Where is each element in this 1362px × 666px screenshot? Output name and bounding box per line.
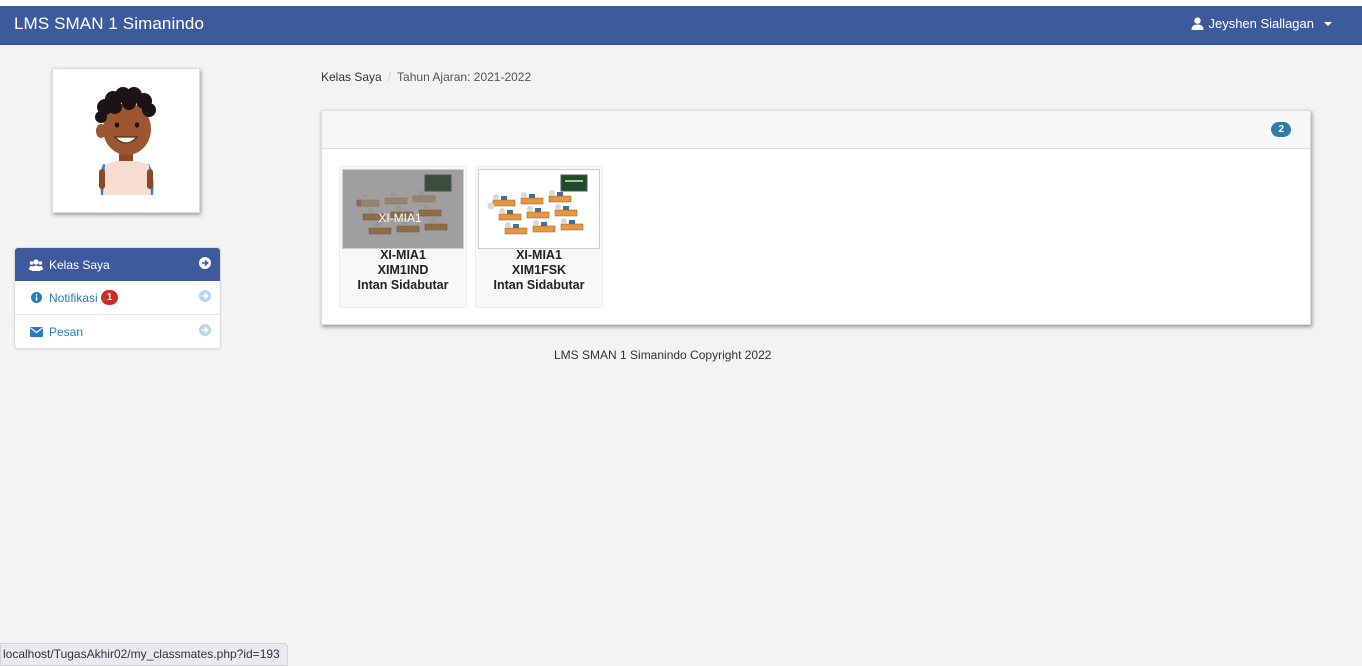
class-overlay-label: XI-MIA1	[378, 211, 422, 225]
user-menu[interactable]: Jeyshen Siallagan	[1191, 16, 1332, 31]
navbar: LMS SMAN 1 Simanindo Jeyshen Siallagan	[0, 6, 1362, 45]
brand-title[interactable]: LMS SMAN 1 Simanindo	[14, 14, 204, 34]
class-code: XIM1FSK	[511, 263, 567, 277]
class-info: XI-MIA1 XIM1FSK Intan Sidabutar	[476, 248, 602, 293]
breadcrumb: Kelas Saya / Tahun Ajaran: 2021-2022	[321, 70, 531, 84]
user-icon	[1191, 17, 1204, 30]
class-name: XI-MIA1	[380, 248, 426, 262]
footer-copyright: LMS SMAN 1 Simanindo Copyright 2022	[554, 348, 772, 362]
sidebar-item-kelas-saya[interactable]: Kelas Saya	[15, 248, 220, 281]
profile-avatar	[52, 68, 200, 213]
caret-down-icon	[1324, 21, 1332, 26]
sidebar-item-pesan[interactable]: Pesan	[15, 315, 220, 348]
side-menu: Kelas Saya Notifikasi 1 Pesan	[14, 247, 221, 349]
notification-badge: 1	[100, 290, 119, 305]
classroom-image	[342, 169, 464, 249]
sidebar-item-label: Notifikasi	[49, 290, 98, 305]
sidebar-item-label: Kelas Saya	[49, 257, 110, 272]
panel-heading: 2	[322, 111, 1310, 149]
class-teacher: Intan Sidabutar	[493, 278, 585, 292]
users-icon	[29, 258, 43, 272]
sidebar-item-label: Pesan	[49, 324, 84, 339]
envelope-icon	[29, 325, 43, 339]
class-info: XI-MIA1 XIM1IND Intan Sidabutar	[340, 248, 466, 293]
class-teacher: Intan Sidabutar	[357, 278, 449, 292]
breadcrumb-item[interactable]: Kelas Saya	[321, 70, 382, 84]
info-circle-icon	[29, 291, 43, 305]
browser-status-bar: localhost/TugasAkhir02/my_classmates.php…	[0, 643, 288, 666]
breadcrumb-current: Tahun Ajaran: 2021-2022	[397, 70, 532, 84]
arrow-circle-right-icon	[199, 324, 211, 339]
class-code: XIM1IND	[377, 263, 429, 277]
sidebar-item-notifikasi[interactable]: Notifikasi 1	[15, 281, 220, 315]
class-name: XI-MIA1	[516, 248, 562, 262]
class-card[interactable]: XI-MIA1 XIM1FSK Intan Sidabutar	[475, 166, 603, 308]
classes-panel: 2 XI-MIA1 XI-MIA1 XIM1IND Intan Sidabuta…	[321, 110, 1311, 325]
arrow-circle-right-icon	[199, 290, 211, 305]
breadcrumb-separator: /	[387, 70, 392, 84]
class-card[interactable]: XI-MIA1 XI-MIA1 XIM1IND Intan Sidabutar	[339, 166, 467, 308]
arrow-circle-right-icon	[199, 257, 211, 272]
classroom-image	[478, 169, 600, 249]
user-name: Jeyshen Siallagan	[1208, 16, 1314, 31]
class-count-badge: 2	[1271, 122, 1291, 137]
